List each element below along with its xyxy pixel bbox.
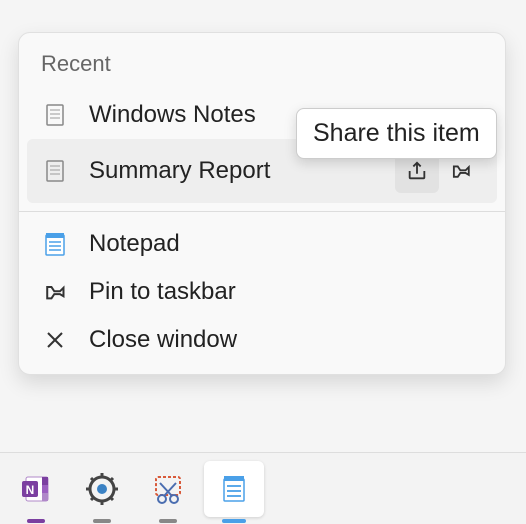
snipping-tool-icon xyxy=(150,471,186,507)
onenote-icon: N xyxy=(18,471,54,507)
app-item-notepad[interactable]: Notepad xyxy=(19,220,505,268)
task-label: Close window xyxy=(89,326,483,354)
document-icon xyxy=(41,157,69,185)
svg-text:N: N xyxy=(26,483,35,497)
task-label: Pin to taskbar xyxy=(89,278,483,306)
taskbar-item-snipping-tool[interactable] xyxy=(138,461,198,517)
taskbar-indicator xyxy=(93,519,111,523)
notepad-icon xyxy=(41,230,69,258)
recent-item-label: Summary Report xyxy=(89,157,395,185)
tooltip: Share this item xyxy=(296,108,497,159)
tooltip-text: Share this item xyxy=(313,119,480,147)
taskbar-item-settings[interactable] xyxy=(72,461,132,517)
taskbar-indicator xyxy=(159,519,177,523)
close-icon xyxy=(41,326,69,354)
taskbar-item-notepad[interactable] xyxy=(204,461,264,517)
taskbar: N xyxy=(0,452,526,524)
recent-section-header: Recent xyxy=(19,33,505,91)
settings-icon xyxy=(84,471,120,507)
jumplist-menu: Recent Windows Notes Summary Report xyxy=(18,32,506,375)
taskbar-item-onenote[interactable]: N xyxy=(6,461,66,517)
taskbar-indicator xyxy=(222,519,246,523)
document-icon xyxy=(41,101,69,129)
app-item-label: Notepad xyxy=(89,230,483,258)
taskbar-indicator xyxy=(27,519,45,523)
notepad-icon xyxy=(216,471,252,507)
task-pin-to-taskbar[interactable]: Pin to taskbar xyxy=(19,268,505,316)
divider xyxy=(19,211,505,212)
task-close-window[interactable]: Close window xyxy=(19,316,505,364)
pin-icon xyxy=(41,278,69,306)
